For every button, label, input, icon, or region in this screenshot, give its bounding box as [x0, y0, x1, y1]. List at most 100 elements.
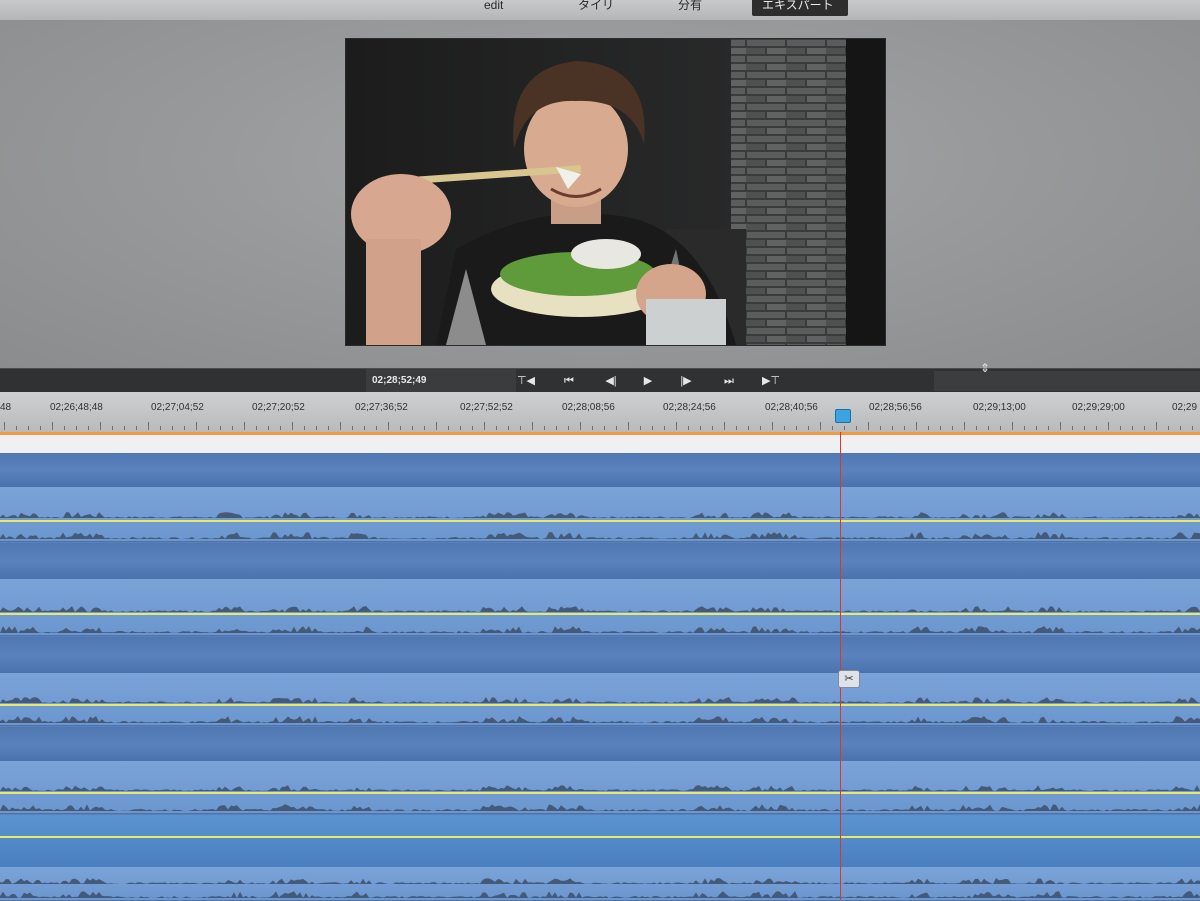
mark-in-button[interactable]: ⊤◀ — [514, 371, 538, 391]
go-to-start-button[interactable]: ⏮ — [557, 371, 581, 391]
video-preview[interactable] — [345, 38, 886, 346]
mode-tab-expert[interactable]: エキスパート — [752, 0, 848, 16]
volume-line[interactable] — [0, 836, 1200, 838]
mode-tab-2[interactable]: タイリ — [578, 0, 628, 16]
audio-waveform — [0, 785, 1200, 811]
video-clip[interactable] — [0, 815, 1200, 868]
ruler-tick — [52, 422, 53, 430]
ruler-tick — [1156, 422, 1157, 430]
scissors-icon[interactable]: ✂ — [838, 670, 860, 688]
audio-clip[interactable] — [0, 867, 1200, 901]
ruler-tick — [580, 422, 581, 430]
mode-tab-3[interactable]: 分有 — [678, 0, 718, 16]
ruler-tick — [460, 426, 461, 430]
ruler-tick — [40, 426, 41, 430]
ruler-tick — [556, 426, 557, 430]
transport-bar: 02;28;52;49 ⊤◀ ⏮ ◀| ▶ |▶ ⏭ ▶⊤ ⇕ — [0, 361, 1200, 394]
ruler-tick — [436, 422, 437, 430]
video-clip[interactable] — [0, 637, 1200, 674]
ruler-label: 02;27;20;52 — [252, 402, 305, 413]
current-timecode[interactable]: 02;28;52;49 — [366, 369, 516, 393]
ruler-label: 02;28;24;56 — [663, 402, 716, 413]
ruler-tick — [1168, 426, 1169, 430]
step-forward-button[interactable]: |▶ — [674, 371, 698, 391]
waveform-band — [0, 785, 1200, 791]
volume-line[interactable] — [0, 704, 1200, 706]
audio-clip[interactable] — [0, 761, 1200, 814]
mode-tab-edit[interactable]: edit — [484, 0, 530, 16]
mark-out-button[interactable]: ▶⊤ — [759, 371, 783, 391]
ruler-tick — [976, 426, 977, 430]
video-clip[interactable] — [0, 543, 1200, 580]
ruler-tick — [124, 426, 125, 430]
volume-line[interactable] — [0, 520, 1200, 522]
ruler-tick — [1072, 426, 1073, 430]
ruler-tick — [868, 422, 869, 430]
timeline-ruler[interactable]: 48 02;26;48;48 02;27;04;52 02;27;20;52 0… — [0, 392, 1200, 433]
volume-line[interactable] — [0, 792, 1200, 794]
ruler-tick — [532, 422, 533, 430]
ruler-tick — [508, 426, 509, 430]
video-frame-image — [346, 39, 885, 345]
ruler-tick — [592, 426, 593, 430]
mode-bar: edit タイリ 分有 エキスパート — [0, 0, 1200, 21]
ruler-label: 02;29;29;00 — [1072, 402, 1125, 413]
ruler-tick — [1060, 422, 1061, 430]
timeline-tracks[interactable]: ✂ — [0, 432, 1200, 901]
go-to-end-button[interactable]: ⏭ — [717, 371, 741, 391]
ruler-tick — [28, 426, 29, 430]
ruler-label: 48 — [0, 402, 12, 413]
ruler-tick — [616, 426, 617, 430]
playhead-line[interactable] — [840, 432, 841, 900]
ruler-label: 02;27;36;52 — [355, 402, 408, 413]
play-button[interactable]: ▶ — [636, 371, 660, 391]
ruler-tick — [412, 426, 413, 430]
waveform-band — [0, 716, 1200, 723]
video-clip[interactable] — [0, 453, 1200, 488]
ruler-tick — [340, 422, 341, 430]
ruler-tick — [832, 426, 833, 430]
ruler-tick — [820, 422, 821, 430]
waveform-band — [0, 878, 1200, 884]
ruler-tick — [1048, 426, 1049, 430]
ruler-tick — [184, 426, 185, 430]
ruler-tick — [316, 426, 317, 430]
ruler-tick — [844, 426, 845, 430]
audio-clip[interactable] — [0, 579, 1200, 636]
waveform-band — [0, 626, 1200, 633]
waveform-band — [0, 532, 1200, 539]
ruler-tick — [1012, 422, 1013, 430]
ruler-tick — [232, 426, 233, 430]
audio-waveform — [0, 606, 1200, 633]
ruler-tick — [964, 422, 965, 430]
ruler-tick — [700, 426, 701, 430]
ruler-tick — [904, 426, 905, 430]
ruler-tick — [724, 422, 725, 430]
ruler-label: 02;28;40;56 — [765, 402, 818, 413]
ruler-tick — [928, 426, 929, 430]
ruler-tick — [736, 426, 737, 430]
audio-clip[interactable] — [0, 487, 1200, 542]
playhead-handle[interactable] — [835, 409, 851, 423]
ruler-tick — [220, 426, 221, 430]
ruler-tick — [196, 422, 197, 430]
ruler-tick — [268, 426, 269, 430]
step-back-button[interactable]: ◀| — [599, 371, 623, 391]
ruler-tick — [1024, 426, 1025, 430]
ruler-label: 02;29 — [1172, 402, 1198, 413]
ruler-tick — [1132, 426, 1133, 430]
ruler-tick — [544, 426, 545, 430]
ruler-label: 02;27;04;52 — [151, 402, 204, 413]
ruler-tick — [676, 422, 677, 430]
ruler-tick — [880, 426, 881, 430]
volume-line[interactable] — [0, 613, 1200, 615]
ruler-tick — [796, 426, 797, 430]
ruler-tick — [748, 426, 749, 430]
ruler-tick — [352, 426, 353, 430]
audio-clip[interactable] — [0, 673, 1200, 726]
video-clip[interactable] — [0, 727, 1200, 762]
ruler-tick — [172, 426, 173, 430]
resize-handle-icon[interactable]: ⇕ — [978, 361, 992, 375]
ruler-tick — [160, 426, 161, 430]
ruler-tick — [112, 426, 113, 430]
